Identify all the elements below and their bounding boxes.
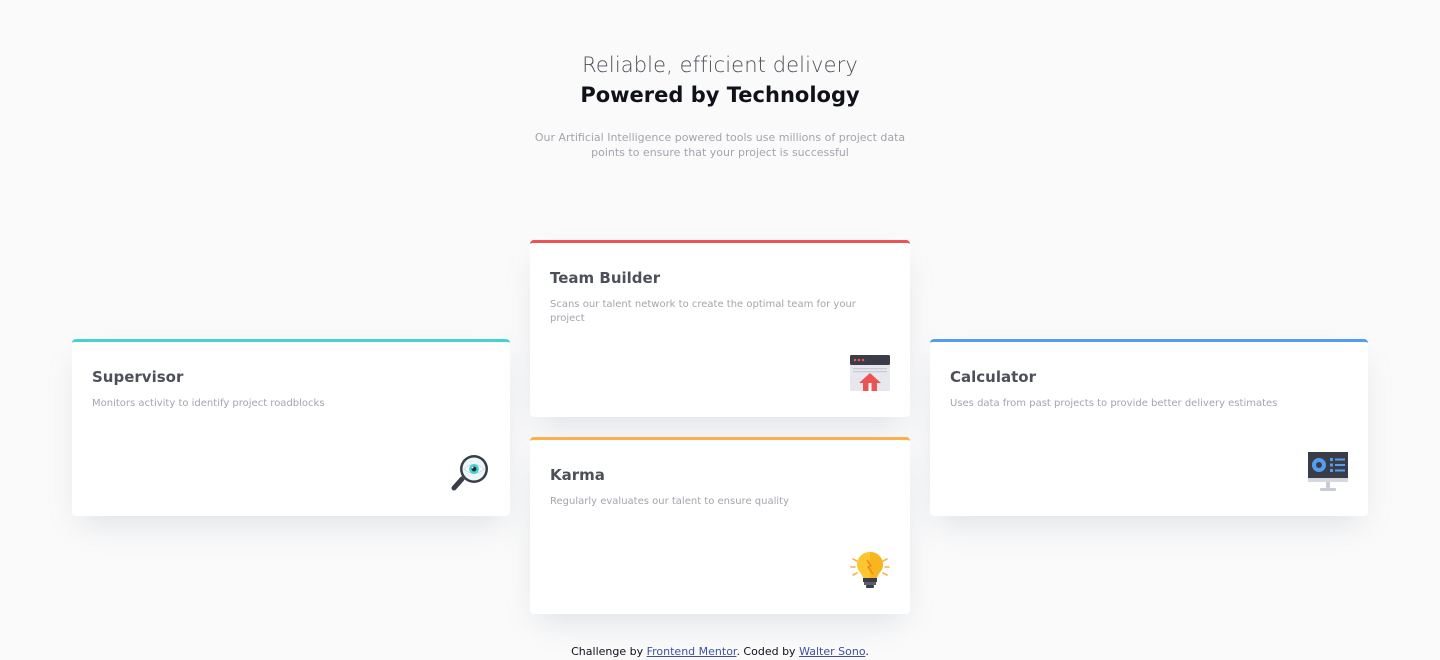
card-calculator: Calculator Uses data from past projects … <box>930 339 1368 516</box>
header: Reliable, efficient delivery Powered by … <box>0 50 1440 160</box>
lightbulb-icon <box>850 550 890 590</box>
card-karma: Karma Regularly evaluates our talent to … <box>530 437 910 614</box>
card-title: Calculator <box>950 368 1036 386</box>
frontend-mentor-link[interactable]: Frontend Mentor <box>647 645 737 658</box>
browser-window-upload-icon <box>850 353 890 393</box>
card-team-builder: Team Builder Scans our talent network to… <box>530 240 910 417</box>
card-description: Regularly evaluates our talent to ensure… <box>550 496 789 507</box>
page-subtitle: Reliable, efficient delivery <box>582 53 858 77</box>
footer-middle: . Coded by <box>736 645 800 658</box>
monitor-dashboard-icon <box>1308 452 1348 492</box>
card-title: Supervisor <box>92 368 184 386</box>
card-supervisor: Supervisor Monitors activity to identify… <box>72 339 510 516</box>
card-description: Monitors activity to identify project ro… <box>92 398 325 409</box>
intro-text: Our Artificial Intelligence powered tool… <box>534 131 906 159</box>
page-title: Powered by Technology <box>580 83 860 107</box>
page: Reliable, efficient delivery Powered by … <box>0 0 1440 660</box>
attribution-footer: Challenge by Frontend Mentor. Coded by W… <box>0 644 1440 660</box>
magnifying-glass-eye-icon <box>450 452 490 492</box>
card-title: Team Builder <box>550 269 661 287</box>
author-link[interactable]: Walter Sono <box>799 645 865 658</box>
footer-suffix: . <box>865 645 869 658</box>
card-description: Scans our talent network to create the o… <box>550 299 856 324</box>
card-title: Karma <box>550 466 605 484</box>
footer-prefix: Challenge by <box>571 645 647 658</box>
card-description: Uses data from past projects to provide … <box>950 398 1278 409</box>
